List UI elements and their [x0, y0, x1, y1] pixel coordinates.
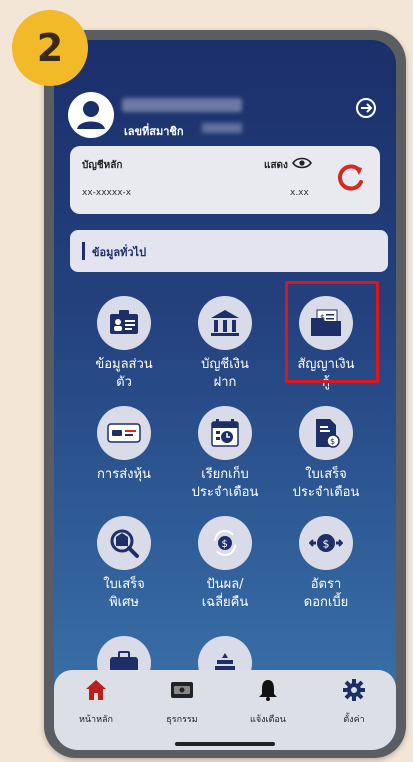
member-number-blurred	[202, 123, 242, 133]
menu-special-receipt[interactable]: ใบเสร็จ พิเศษ	[74, 516, 174, 612]
gear-icon	[343, 679, 365, 701]
show-balance-label: แสดง	[264, 160, 288, 171]
refresh-icon[interactable]	[332, 160, 368, 196]
dividend-icon: $	[214, 530, 236, 556]
menu-monthly-receipt[interactable]: $ ใบเสร็จ ประจำเดือน	[276, 406, 376, 502]
menu-personal-info[interactable]: ข้อมูลส่วน ตัว	[74, 296, 174, 392]
member-name-blurred	[122, 98, 242, 112]
interest-rate-icon: $	[309, 534, 343, 552]
menu-share-payment[interactable]: การส่งหุ้น	[74, 406, 174, 484]
menu-monthly-billing[interactable]: เรียกเก็บ ประจำเดือน	[175, 406, 275, 502]
bell-icon	[259, 680, 277, 701]
menu-label: ใบเสร็จ ประจำเดือน	[292, 467, 360, 500]
logout-icon[interactable]	[354, 96, 378, 120]
nav-label: ตั้งค่า	[343, 715, 365, 725]
bottom-navigation: หน้าหลัก ธุรกรรม แจ้งเตือน ตั้งค่า	[54, 670, 396, 750]
step-number-badge: 2	[12, 10, 88, 86]
menu-label: การส่งหุ้น	[97, 467, 151, 482]
section-marker	[82, 242, 85, 260]
user-icon	[77, 101, 105, 129]
share-card-icon	[107, 423, 141, 443]
account-title: บัญชีหลัก	[82, 160, 123, 171]
account-number: xx-xxxxx-x	[82, 188, 132, 198]
menu-label: บัญชีเงิน ฝาก	[201, 357, 249, 390]
account-balance: x.xx	[290, 188, 309, 198]
nav-settings[interactable]: ตั้งค่า	[314, 678, 394, 726]
home-icon	[86, 680, 106, 700]
avatar[interactable]	[68, 92, 114, 138]
menu-label: อัตรา ดอกเบี้ย	[303, 577, 349, 610]
app-screen: เลขที่สมาชิก บัญชีหลัก แสดง xx-xxxxx-x x…	[54, 40, 396, 750]
nav-notification[interactable]: แจ้งเตือน	[228, 678, 308, 726]
transaction-icon	[171, 682, 193, 698]
menu-label: ปันผล/ เฉลี่ยคืน	[201, 577, 249, 610]
profile-header: เลขที่สมาชิก	[54, 40, 396, 140]
special-receipt-icon	[110, 529, 139, 558]
menu-label: ข้อมูลส่วน ตัว	[95, 357, 153, 390]
general-info-section: ข้อมูลทั่วไป	[70, 230, 388, 272]
highlight-box	[285, 281, 379, 383]
monthly-receipt-icon: $	[316, 419, 340, 448]
home-indicator[interactable]	[175, 742, 275, 746]
phone-frame: เลขที่สมาชิก บัญชีหลัก แสดง xx-xxxxx-x x…	[44, 30, 406, 758]
monthly-billing-icon	[211, 419, 239, 447]
id-card-icon	[110, 310, 138, 334]
svg-text:$: $	[222, 539, 228, 550]
menu-deposit-account[interactable]: บัญชีเงิน ฝาก	[175, 296, 275, 392]
main-account-card[interactable]: บัญชีหลัก แสดง xx-xxxxx-x x.xx	[70, 146, 380, 214]
menu-dividend[interactable]: $ ปันผล/ เฉลี่ยคืน	[175, 516, 275, 612]
bank-icon	[211, 310, 239, 336]
member-number-label: เลขที่สมาชิก	[124, 125, 184, 138]
menu-label: เรียกเก็บ ประจำเดือน	[191, 467, 259, 500]
nav-label: หน้าหลัก	[78, 715, 114, 725]
menu-interest-rate[interactable]: $ อัตรา ดอกเบี้ย	[276, 516, 376, 612]
nav-transaction[interactable]: ธุรกรรม	[142, 678, 222, 726]
nav-label: แจ้งเตือน	[250, 715, 286, 725]
nav-label: ธุรกรรม	[166, 715, 198, 725]
section-title: ข้อมูลทั่วไป	[92, 246, 147, 259]
menu-label: ใบเสร็จ พิเศษ	[103, 577, 145, 610]
svg-text:$: $	[323, 538, 330, 551]
nav-home[interactable]: หน้าหลัก	[56, 678, 136, 726]
eye-icon[interactable]	[292, 156, 312, 170]
svg-text:$: $	[330, 437, 335, 446]
